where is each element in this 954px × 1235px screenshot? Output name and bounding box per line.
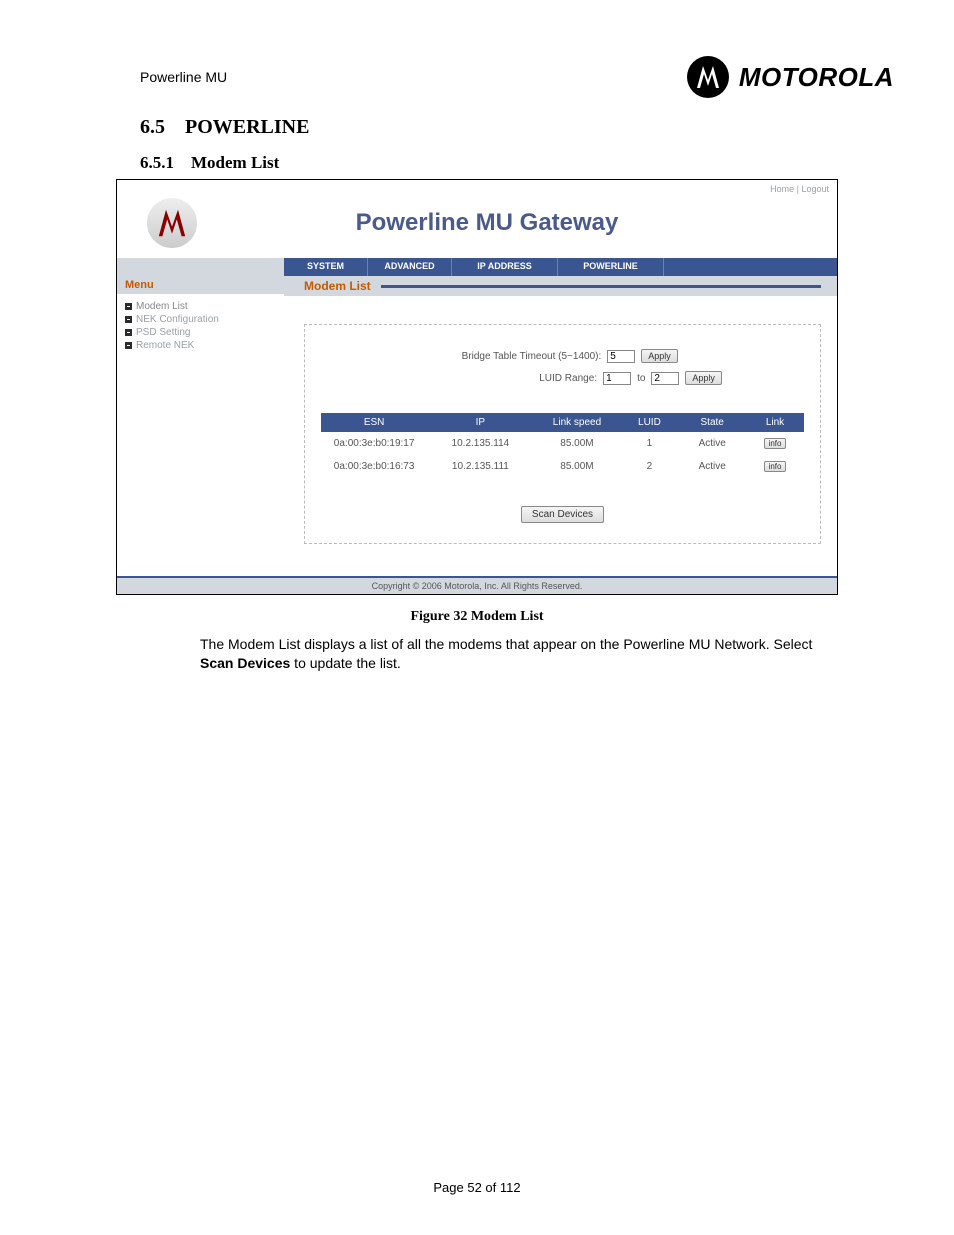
section-number: 6.5 xyxy=(140,116,165,138)
sidebar-item-label: PSD Setting xyxy=(136,327,190,338)
motorola-icon xyxy=(687,56,729,98)
info-button[interactable]: info xyxy=(764,461,787,472)
cell-esn: 0a:00:3e:b0:16:73 xyxy=(321,455,427,478)
cell-link-speed: 85.00M xyxy=(534,432,621,455)
cell-luid: 1 xyxy=(620,432,678,455)
top-links: Home | Logout xyxy=(117,180,837,198)
table-header-row: ESN IP Link speed LUID State Link xyxy=(321,413,804,432)
tab-powerline[interactable]: POWERLINE xyxy=(558,258,664,276)
section-title: POWERLINE xyxy=(185,116,309,138)
subsection-title: Modem List xyxy=(191,153,279,172)
cell-ip: 10.2.135.114 xyxy=(427,432,533,455)
luid-to-input[interactable] xyxy=(651,372,679,385)
title-underline xyxy=(381,285,821,288)
sidebar-item-label: NEK Configuration xyxy=(136,314,219,325)
cell-ip: 10.2.135.111 xyxy=(427,455,533,478)
bridge-timeout-label: Bridge Table Timeout (5~1400): xyxy=(381,351,601,362)
section-heading: 6.5 POWERLINE xyxy=(60,116,894,139)
scan-devices-button[interactable]: Scan Devices xyxy=(521,506,604,523)
tab-ip-address[interactable]: IP ADDRESS xyxy=(452,258,558,276)
luid-from-input[interactable] xyxy=(603,372,631,385)
screenshot-panel: Home | Logout Powerline MU Gateway SYSTE… xyxy=(116,179,838,595)
body-paragraph: The Modem List displays a list of all th… xyxy=(60,635,894,673)
menu-bullet-icon xyxy=(125,303,132,310)
side-menu-heading: Menu xyxy=(117,276,284,294)
subsection-heading: 6.5.1 Modem List xyxy=(60,153,894,173)
menu-bullet-icon xyxy=(125,342,132,349)
col-luid: LUID xyxy=(620,413,678,432)
sidebar-item-label: Modem List xyxy=(136,301,188,312)
body-text-bold: Scan Devices xyxy=(200,655,290,671)
brand-logo: MOTOROLA xyxy=(687,56,894,98)
col-state: State xyxy=(678,413,746,432)
table-row: 0a:00:3e:b0:16:73 10.2.135.111 85.00M 2 … xyxy=(321,455,804,478)
bridge-timeout-input[interactable] xyxy=(607,350,635,363)
product-header: Powerline MU xyxy=(140,69,227,85)
logout-link[interactable]: Logout xyxy=(801,184,829,194)
luid-to-word: to xyxy=(637,373,645,384)
cell-state: Active xyxy=(678,432,746,455)
menu-bullet-icon xyxy=(125,329,132,336)
cell-link-speed: 85.00M xyxy=(534,455,621,478)
bridge-apply-button[interactable]: Apply xyxy=(641,349,678,363)
home-link[interactable]: Home xyxy=(770,184,794,194)
figure-caption: Figure 32 Modem List xyxy=(60,609,894,625)
menu-bullet-icon xyxy=(125,316,132,323)
page-number: Page 52 of 112 xyxy=(0,1180,954,1195)
col-esn: ESN xyxy=(321,413,427,432)
col-ip: IP xyxy=(427,413,533,432)
col-link: Link xyxy=(746,413,804,432)
subsection-number: 6.5.1 xyxy=(140,153,174,172)
luid-apply-button[interactable]: Apply xyxy=(685,371,722,385)
sidebar-item-label: Remote NEK xyxy=(136,340,194,351)
cell-esn: 0a:00:3e:b0:19:17 xyxy=(321,432,427,455)
table-row: 0a:00:3e:b0:19:17 10.2.135.114 85.00M 1 … xyxy=(321,432,804,455)
luid-range-label: LUID Range: xyxy=(377,373,597,384)
brand-wordmark: MOTOROLA xyxy=(739,62,894,93)
app-title: Powerline MU Gateway xyxy=(197,209,817,237)
body-text-post: to update the list. xyxy=(290,655,401,671)
copyright-footer: Copyright © 2006 Motorola, Inc. All Righ… xyxy=(117,576,837,594)
tab-bar-spacer xyxy=(664,258,837,276)
cell-luid: 2 xyxy=(620,455,678,478)
modem-table: ESN IP Link speed LUID State Link 0a:00:… xyxy=(321,413,804,478)
sidebar-item-psd-setting[interactable]: PSD Setting xyxy=(121,326,280,339)
cell-state: Active xyxy=(678,455,746,478)
tab-system[interactable]: SYSTEM xyxy=(284,258,368,276)
content-panel: Bridge Table Timeout (5~1400): Apply LUI… xyxy=(304,324,821,544)
main-panel-title: Modem List xyxy=(284,279,371,293)
app-logo-icon xyxy=(147,198,197,248)
col-link-speed: Link speed xyxy=(534,413,621,432)
sidebar-item-modem-list[interactable]: Modem List xyxy=(121,300,280,313)
sidebar-item-remote-nek[interactable]: Remote NEK xyxy=(121,339,280,352)
sidebar-item-nek-configuration[interactable]: NEK Configuration xyxy=(121,313,280,326)
body-text-pre: The Modem List displays a list of all th… xyxy=(200,636,812,652)
info-button[interactable]: info xyxy=(764,438,787,449)
tab-advanced[interactable]: ADVANCED xyxy=(368,258,452,276)
